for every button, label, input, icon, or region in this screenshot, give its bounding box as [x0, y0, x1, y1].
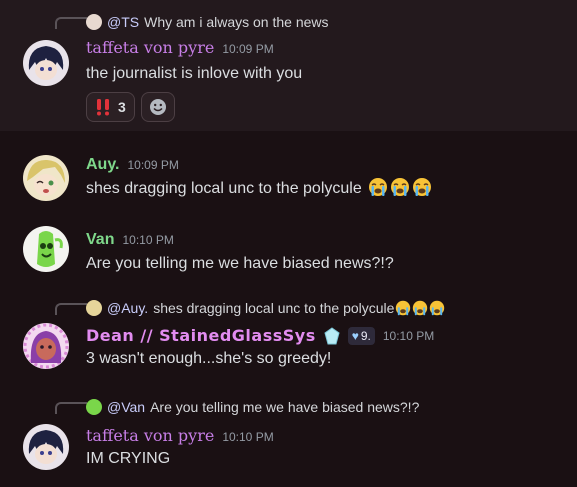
message-header: taffeta von pyre 10:10 PM: [86, 426, 274, 445]
reply-text: Are you telling me we have biased news?!…: [150, 399, 420, 415]
smiley-add-icon: [149, 99, 166, 115]
loudly-crying-emoji-icon: [369, 178, 388, 196]
author-name[interactable]: taffeta von pyre: [86, 426, 214, 445]
message-4[interactable]: @Auy. shes dragging local unc to the pol…: [0, 290, 577, 385]
timestamp[interactable]: 10:09 PM: [127, 158, 178, 172]
timestamp[interactable]: 10:10 PM: [383, 329, 434, 343]
reply-preview[interactable]: @Van Are you telling me we have biased n…: [86, 398, 419, 416]
reply-mention[interactable]: @TS: [107, 14, 139, 30]
message-text: IM CRYING: [86, 450, 171, 467]
message-1[interactable]: @TS Why am i always on the news taffeta …: [0, 0, 577, 131]
message-text: Are you telling me we have biased news?!…: [86, 255, 394, 272]
message-5[interactable]: @Van Are you telling me we have biased n…: [0, 390, 577, 487]
double-exclamation-icon: [97, 99, 109, 116]
author-name[interactable]: Dean // StainedGlassSys: [86, 326, 316, 345]
reply-text: shes dragging local unc to the polycule: [153, 300, 395, 316]
loudly-crying-emoji-icon: [413, 178, 432, 196]
reply-spine: [55, 402, 87, 414]
loudly-crying-emoji-icon: [413, 300, 428, 316]
reaction-double-exclamation[interactable]: 3: [86, 92, 135, 122]
avatar[interactable]: [23, 226, 69, 272]
timestamp[interactable]: 10:10 PM: [222, 430, 273, 444]
heart-icon: ♥: [351, 328, 359, 343]
avatar[interactable]: [23, 155, 69, 201]
add-reaction-button[interactable]: [140, 92, 175, 122]
reply-text: Why am i always on the news: [144, 14, 329, 30]
message-text: the journalist is inlove with you: [86, 65, 303, 82]
author-name[interactable]: taffeta von pyre: [86, 38, 214, 57]
reply-mention[interactable]: @Van: [107, 399, 145, 415]
ts-avatar-mini: [86, 14, 102, 30]
message-3[interactable]: Van 10:10 PM Are you telling me we have …: [0, 215, 577, 285]
reaction-count: 3: [118, 99, 126, 115]
reply-spine: [55, 17, 87, 29]
message-text: shes dragging local unc to the polycule: [86, 180, 362, 197]
loudly-crying-emoji-icon: [430, 300, 445, 316]
tag-badge[interactable]: ♥ 9.: [347, 326, 375, 345]
message-text: 3 wasn't enough...she's so greedy!: [86, 350, 332, 367]
message-header: Auy. 10:09 PM: [86, 156, 179, 174]
timestamp[interactable]: 10:09 PM: [222, 42, 273, 56]
loudly-crying-emoji-icon: [391, 178, 410, 196]
reply-spine: [55, 303, 87, 315]
message-header: Dean // StainedGlassSys ♥ 9. 10:10 PM: [86, 326, 434, 345]
author-name[interactable]: Auy.: [86, 156, 119, 174]
auy-avatar-mini: [86, 300, 102, 316]
avatar[interactable]: [23, 40, 69, 86]
van-avatar-mini: [86, 399, 102, 415]
reactions: 3: [86, 92, 175, 122]
reply-mention[interactable]: @Auy.: [107, 300, 148, 316]
message-body: shes dragging local unc to the polycule: [86, 177, 432, 198]
badge-text: 9.: [360, 328, 371, 343]
message-header: Van 10:10 PM: [86, 231, 174, 249]
crystal-role-icon: [324, 326, 340, 344]
message-2[interactable]: Auy. 10:09 PM shes dragging local unc to…: [0, 140, 577, 210]
timestamp[interactable]: 10:10 PM: [122, 233, 173, 247]
loudly-crying-emoji-icon: [396, 300, 411, 316]
message-header: taffeta von pyre 10:09 PM: [86, 38, 274, 57]
avatar[interactable]: [23, 424, 69, 470]
author-name[interactable]: Van: [86, 231, 114, 249]
reply-preview[interactable]: @Auy. shes dragging local unc to the pol…: [86, 299, 445, 317]
reply-preview[interactable]: @TS Why am i always on the news: [86, 13, 329, 31]
avatar[interactable]: [23, 323, 69, 369]
